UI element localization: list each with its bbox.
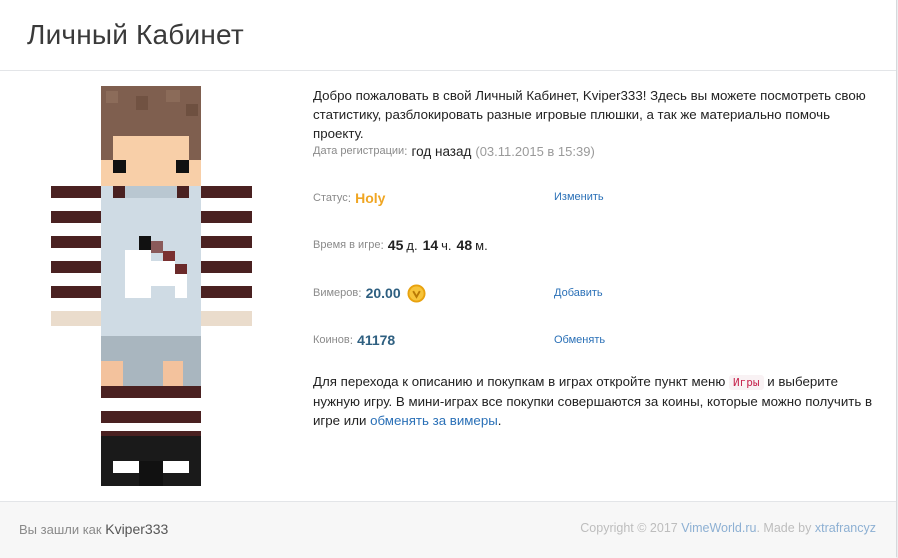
vimers-row: Вимеров: 20.00: [313, 283, 426, 303]
playtime-label: Время в игре: [313, 239, 381, 251]
games-info-text: Для перехода к описанию и покупкам в игр…: [313, 374, 873, 428]
playtime-minutes: 48: [456, 237, 473, 253]
registration-date: (03.11.2015 в 15:39): [475, 143, 595, 159]
exchange-vimers-link[interactable]: обменять за вимеры: [370, 413, 498, 428]
coins-row: Коинов: 41178: [313, 332, 396, 348]
vimers-label: Вимеров: [313, 287, 359, 299]
playtime-row: Время в игре: 45 д. 14 ч. 48 м.: [313, 237, 488, 253]
playtime-hours: 14: [422, 237, 439, 253]
panel-header: Личный Кабинет: [0, 0, 896, 71]
games-menu-code: Игры: [729, 375, 764, 390]
vimers-value: 20.00: [365, 285, 401, 301]
welcome-text: Добро пожаловать в свой Личный Кабинет, …: [313, 88, 866, 141]
panel-footer: Вы зашли как Kviper333 Copyright © 2017 …: [0, 501, 896, 558]
registration-label: Дата регистрации: [313, 145, 405, 157]
copyright: Copyright © 2017 VimeWorld.ru. Made by x…: [580, 521, 876, 535]
exchange-coins-link[interactable]: Обменять: [554, 334, 605, 346]
page-title: Личный Кабинет: [27, 19, 244, 50]
logged-in-as: Вы зашли как Kviper333: [19, 521, 169, 537]
registration-value: год назад: [411, 143, 472, 159]
registration-row: Дата регистрации: год назад (03.11.2015 …: [313, 143, 595, 159]
left-arm: [51, 186, 101, 326]
change-status-link[interactable]: Изменить: [554, 191, 604, 203]
playtime-days: 45: [387, 237, 404, 253]
add-vimers-link[interactable]: Добавить: [554, 287, 603, 299]
player-skin-image: [51, 86, 252, 486]
site-link[interactable]: VimeWorld.ru: [681, 521, 756, 535]
cabinet-panel: Личный Кабинет Добро пожаловать в свой Л…: [0, 0, 897, 558]
profile-content: Добро пожаловать в свой Личный Кабинет, …: [313, 86, 878, 428]
coin-icon: [407, 283, 426, 303]
status-label: Статус: [313, 192, 348, 204]
coins-label: Коинов: [313, 334, 350, 346]
author-link[interactable]: xtrafrancyz: [815, 521, 876, 535]
username: Kviper333: [105, 521, 169, 537]
coins-value: 41178: [357, 332, 396, 348]
status-row: Статус: Holy: [313, 190, 386, 206]
status-value: Holy: [355, 190, 386, 206]
right-arm: [201, 186, 252, 326]
